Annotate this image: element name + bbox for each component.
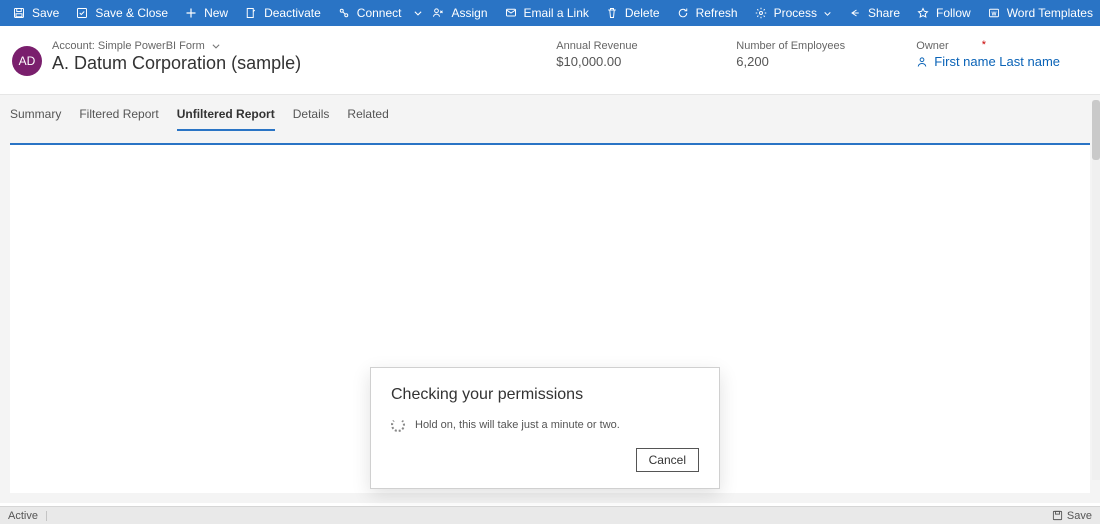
status-bar: Active Save	[0, 506, 1100, 524]
assign-label: Assign	[451, 6, 487, 20]
avatar: AD	[12, 46, 42, 76]
follow-button[interactable]: Follow	[908, 0, 979, 26]
status-save-button[interactable]: Save	[1052, 510, 1092, 522]
delete-label: Delete	[625, 6, 660, 20]
vertical-scrollbar[interactable]	[1092, 100, 1100, 480]
avatar-initials: AD	[19, 54, 36, 68]
gear-icon	[754, 6, 768, 20]
field-annual-revenue: Annual Revenue $10,000.00	[556, 40, 676, 69]
email-icon	[504, 6, 518, 20]
header-fields: Annual Revenue $10,000.00 Number of Empl…	[556, 40, 1070, 69]
scroll-thumb[interactable]	[1092, 100, 1100, 160]
deactivate-label: Deactivate	[264, 6, 321, 20]
email-link-label: Email a Link	[524, 6, 589, 20]
page-title: A. Datum Corporation (sample)	[52, 53, 556, 74]
field-label: Annual Revenue	[556, 40, 676, 52]
follow-label: Follow	[936, 6, 971, 20]
person-icon	[916, 56, 928, 68]
save-close-button[interactable]: Save & Close	[67, 0, 176, 26]
tab-details[interactable]: Details	[293, 107, 330, 131]
field-label: Number of Employees	[736, 40, 856, 52]
delete-button[interactable]: Delete	[597, 0, 668, 26]
form-selector-dropdown[interactable]	[211, 41, 221, 51]
save-button[interactable]: Save	[4, 0, 67, 26]
refresh-label: Refresh	[696, 6, 738, 20]
dialog-message: Hold on, this will take just a minute or…	[415, 419, 620, 431]
share-button[interactable]: Share	[840, 0, 908, 26]
save-label: Save	[32, 6, 59, 20]
field-num-employees: Number of Employees 6,200	[736, 40, 856, 69]
content-area: Checking your permissions Hold on, this …	[0, 131, 1100, 503]
deactivate-icon	[244, 6, 258, 20]
process-label: Process	[774, 6, 817, 20]
word-templates-label: Word Templates	[1007, 6, 1093, 20]
assign-icon	[431, 6, 445, 20]
permissions-dialog: Checking your permissions Hold on, this …	[370, 367, 720, 489]
connect-icon	[337, 6, 351, 20]
command-bar: Save Save & Close New Deactivate Connect…	[0, 0, 1100, 26]
record-state: Active	[8, 510, 38, 522]
tab-unfiltered-report[interactable]: Unfiltered Report	[177, 107, 275, 131]
dialog-actions: Cancel	[391, 448, 699, 472]
refresh-button[interactable]: Refresh	[668, 0, 746, 26]
dialog-body: Hold on, this will take just a minute or…	[391, 418, 699, 432]
connect-dropdown[interactable]	[413, 0, 423, 26]
save-icon	[12, 6, 26, 20]
status-save-label: Save	[1067, 510, 1092, 522]
share-icon	[848, 6, 862, 20]
connect-button[interactable]: Connect	[329, 0, 410, 26]
assign-button[interactable]: Assign	[423, 0, 495, 26]
status-left: Active	[8, 510, 47, 522]
owner-link[interactable]: First name Last name	[934, 54, 1060, 69]
tab-summary[interactable]: Summary	[10, 107, 61, 131]
field-value[interactable]: 6,200	[736, 54, 856, 69]
tab-filtered-report[interactable]: Filtered Report	[79, 107, 158, 131]
breadcrumb: Account: Simple PowerBI Form	[52, 40, 556, 52]
form-tabs: Summary Filtered Report Unfiltered Repor…	[0, 95, 1100, 131]
spinner-icon	[391, 418, 405, 432]
dialog-title: Checking your permissions	[391, 386, 699, 404]
new-button[interactable]: New	[176, 0, 236, 26]
word-templates-button[interactable]: W Word Templates	[979, 0, 1100, 26]
field-label: Owner *	[916, 40, 1060, 52]
email-link-button[interactable]: Email a Link	[496, 0, 597, 26]
title-block: Account: Simple PowerBI Form A. Datum Co…	[52, 40, 556, 74]
required-asterisk: *	[982, 39, 986, 51]
trash-icon	[605, 6, 619, 20]
owner-value-row[interactable]: First name Last name	[916, 54, 1060, 69]
deactivate-button[interactable]: Deactivate	[236, 0, 329, 26]
process-button[interactable]: Process	[746, 0, 840, 26]
field-value[interactable]: $10,000.00	[556, 54, 676, 69]
word-icon: W	[987, 6, 1001, 20]
connect-label: Connect	[357, 6, 402, 20]
separator	[46, 511, 47, 521]
breadcrumb-label: Account: Simple PowerBI Form	[52, 40, 205, 52]
new-label: New	[204, 6, 228, 20]
star-icon	[916, 6, 930, 20]
save-close-icon	[75, 6, 89, 20]
plus-icon	[184, 6, 198, 20]
refresh-icon	[676, 6, 690, 20]
chevron-down-icon	[823, 9, 832, 18]
svg-text:W: W	[991, 11, 996, 17]
share-label: Share	[868, 6, 900, 20]
record-header: AD Account: Simple PowerBI Form A. Datum…	[0, 26, 1100, 95]
save-icon	[1052, 510, 1063, 521]
save-close-label: Save & Close	[95, 6, 168, 20]
tab-related[interactable]: Related	[347, 107, 388, 131]
field-owner: Owner * First name Last name	[916, 40, 1060, 69]
cancel-button[interactable]: Cancel	[636, 448, 699, 472]
owner-label-text: Owner	[916, 40, 948, 52]
